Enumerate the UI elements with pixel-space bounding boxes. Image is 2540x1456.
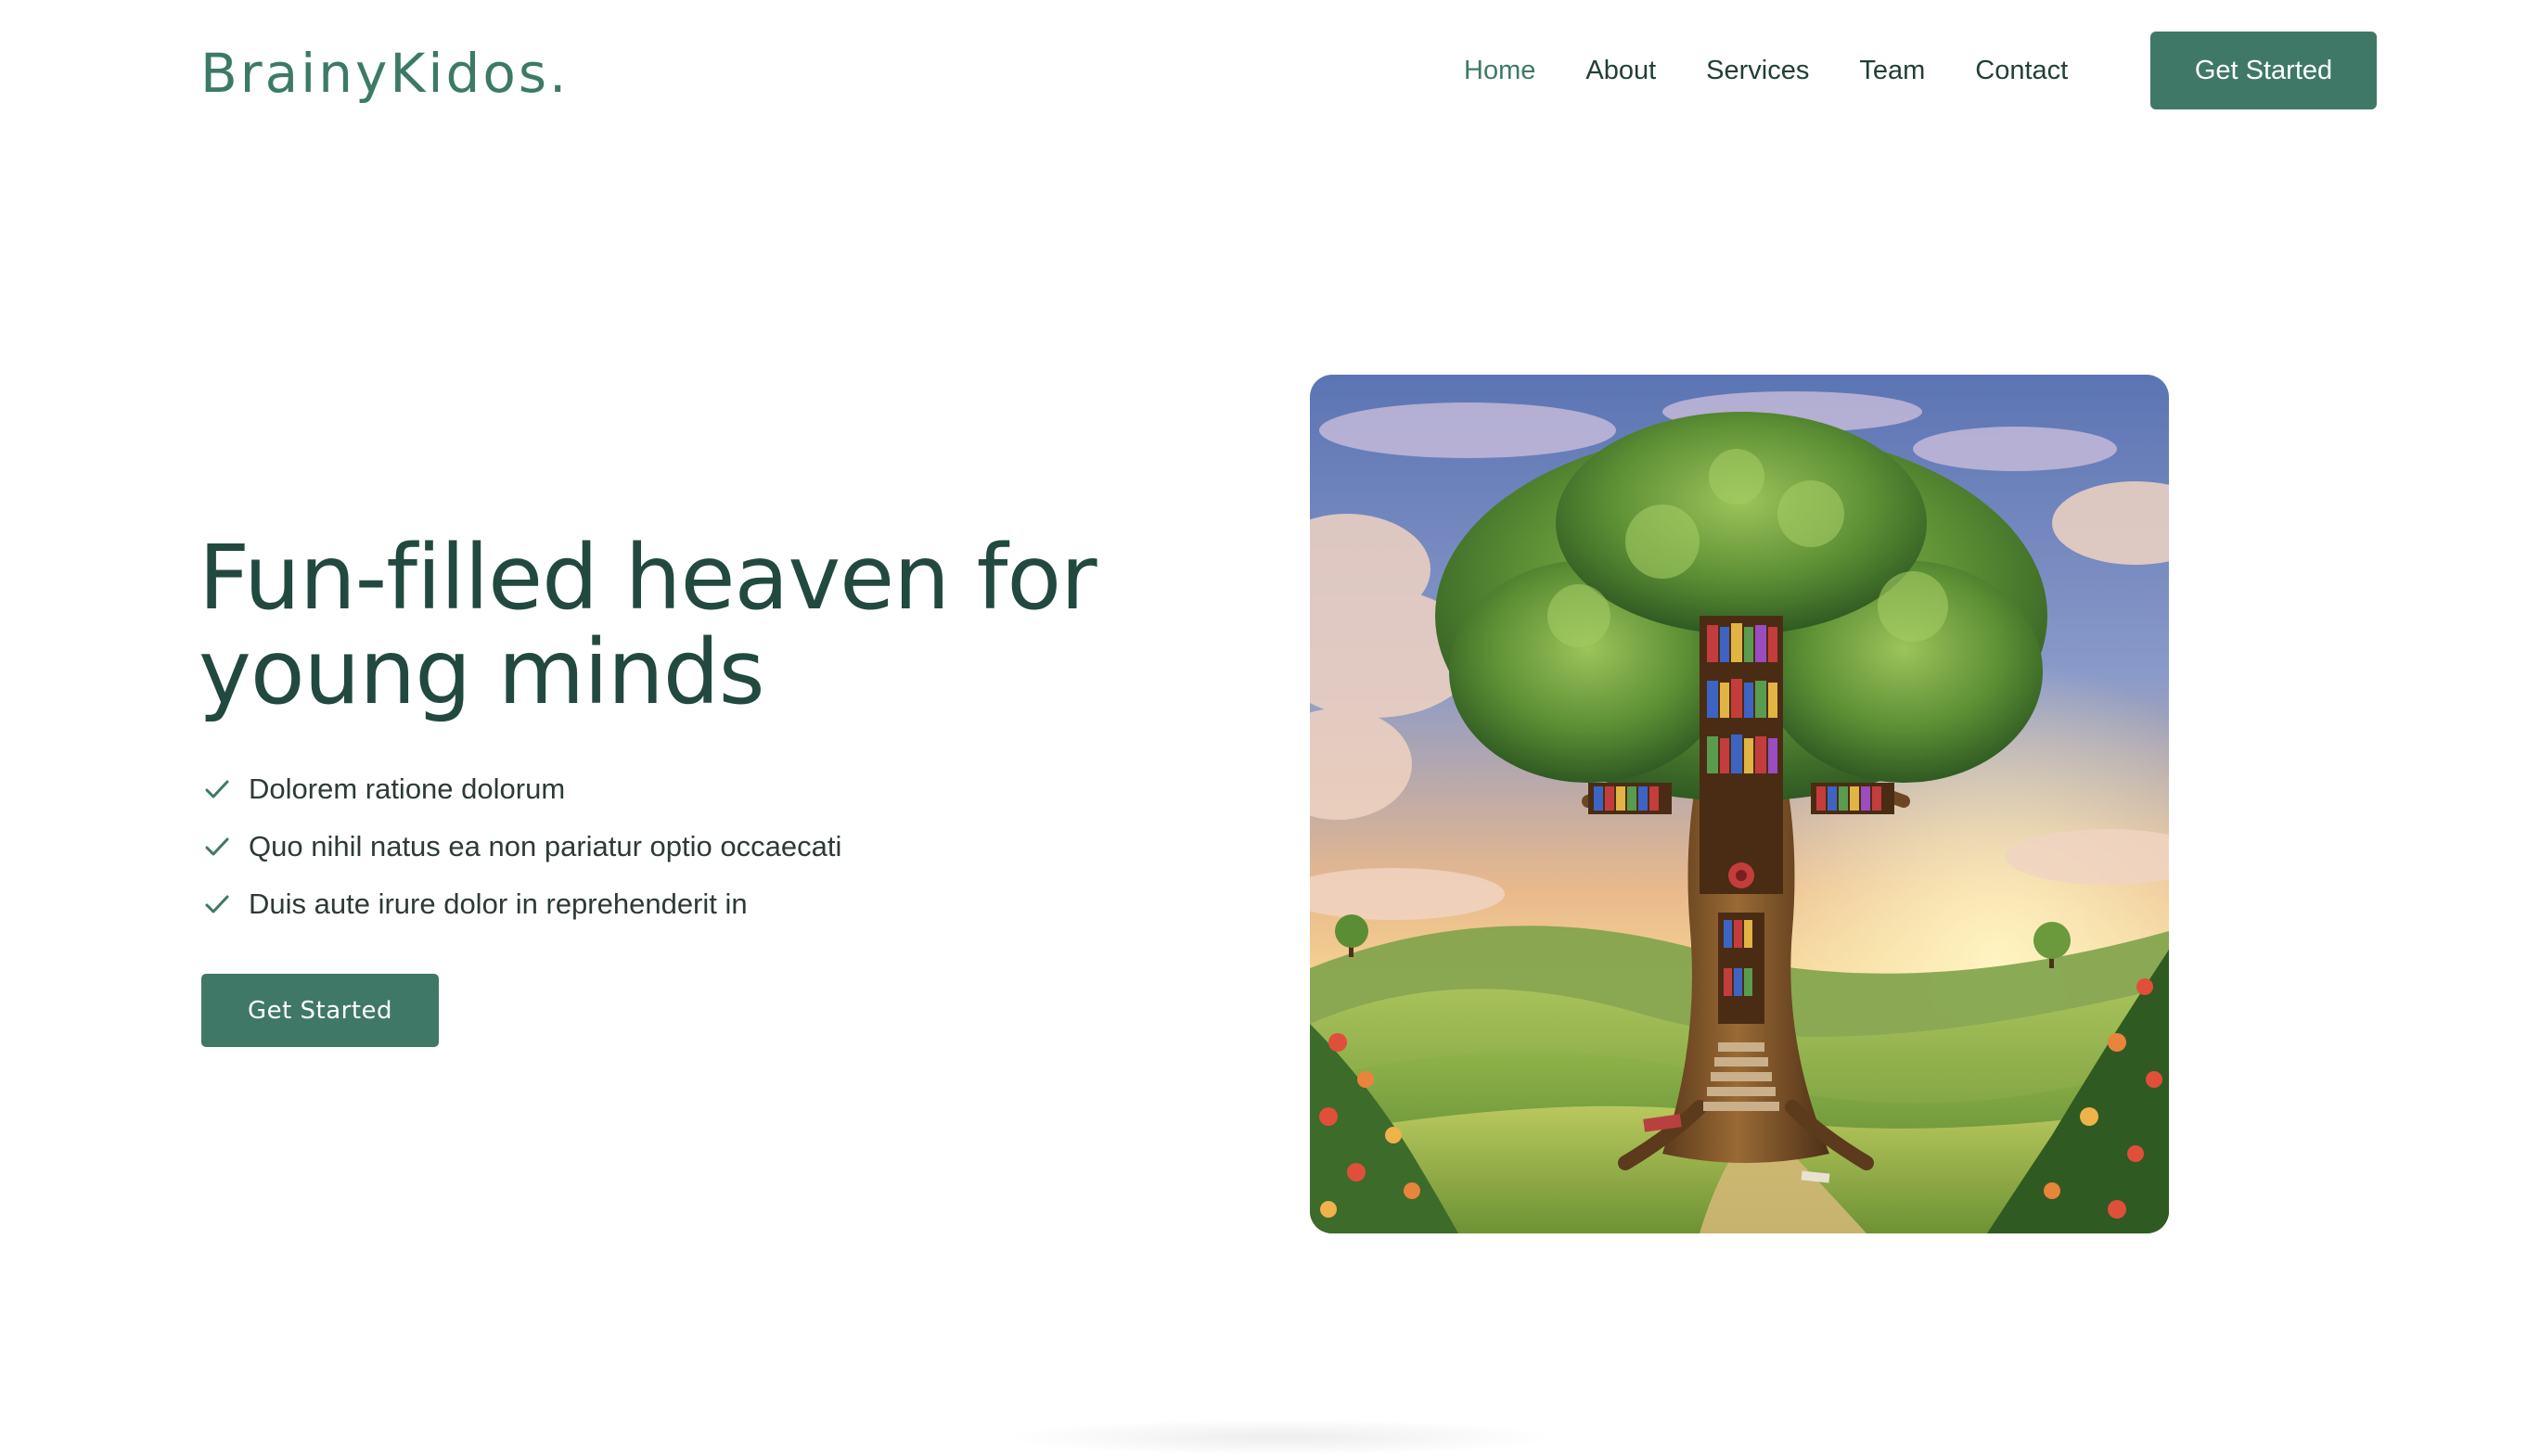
feature-item: Dolorem ratione dolorum (202, 760, 841, 818)
hero-title-line1: Fun-filled heaven for (199, 526, 1097, 630)
feature-text: Dolorem ratione dolorum (249, 773, 566, 805)
nav-link-team[interactable]: Team (1859, 56, 1925, 86)
hero-title-line2: young minds (199, 620, 765, 724)
hero-title: Fun-filled heaven for young minds (199, 530, 1145, 720)
feature-text: Duis aute irure dolor in reprehenderit i… (249, 888, 748, 920)
feature-item: Duis aute irure dolor in reprehenderit i… (202, 875, 841, 933)
hero-illustration (1310, 375, 2169, 1233)
header-get-started-button[interactable]: Get Started (2150, 32, 2377, 109)
nav-link-contact[interactable]: Contact (1975, 56, 2068, 86)
nav-link-home[interactable]: Home (1464, 56, 1535, 86)
feature-item: Quo nihil natus ea non pariatur optio oc… (202, 818, 841, 875)
nav-link-about[interactable]: About (1585, 56, 1656, 86)
check-icon (205, 837, 229, 856)
check-icon (205, 895, 229, 913)
brand-logo[interactable]: BrainyKidos. (200, 37, 569, 109)
feature-text: Quo nihil natus ea non pariatur optio oc… (249, 830, 842, 862)
hero-get-started-button[interactable]: Get Started (201, 974, 439, 1047)
feature-list: Dolorem ratione dolorum Quo nihil natus … (202, 760, 841, 933)
site-header: BrainyKidos. Home About Services Team Co… (0, 0, 2540, 139)
main-nav: Home About Services Team Contact (1464, 50, 2068, 91)
nav-link-services[interactable]: Services (1706, 56, 1809, 86)
section-divider-shadow (1002, 1419, 1559, 1456)
tree-library-illustration (1310, 375, 2169, 1233)
check-icon (205, 780, 229, 798)
